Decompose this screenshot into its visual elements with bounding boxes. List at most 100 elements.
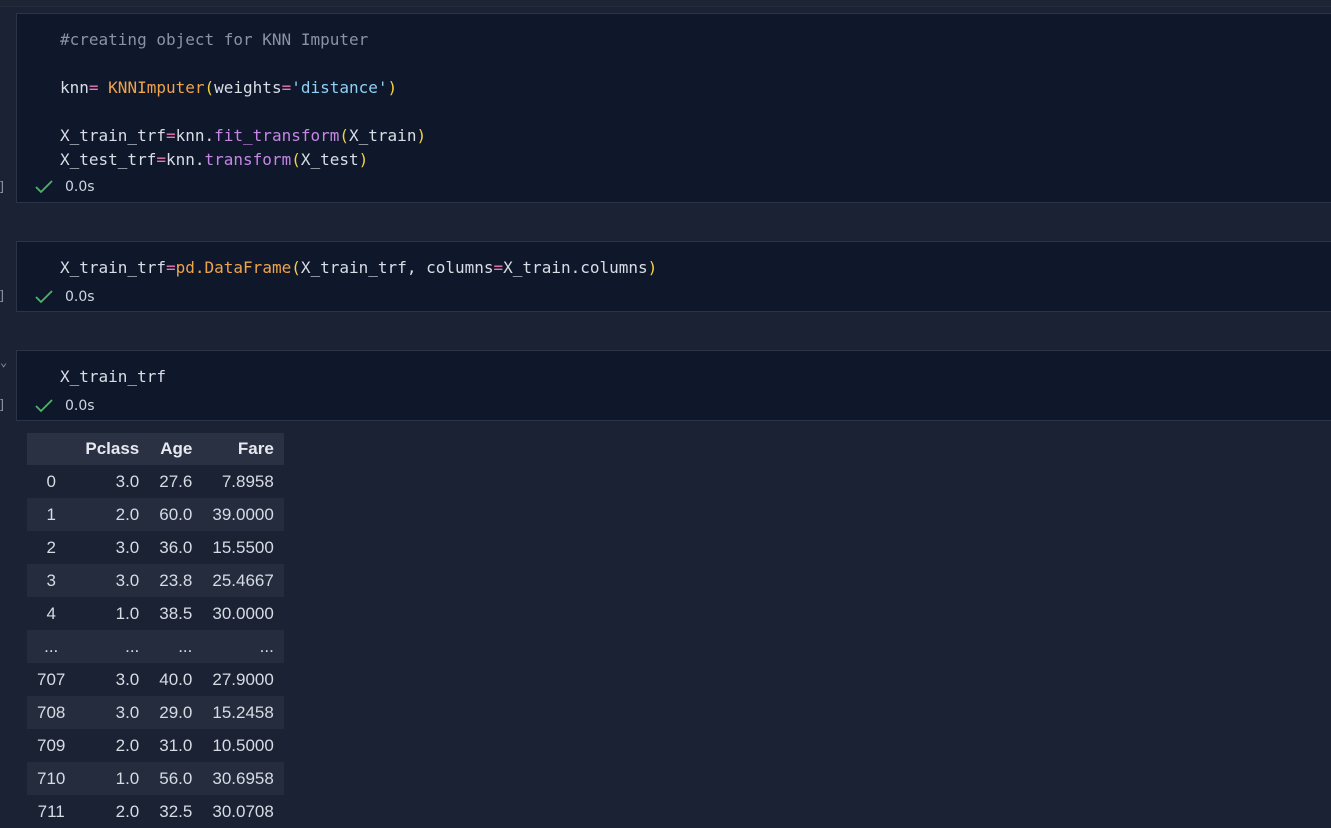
table-cell: 2.0 bbox=[75, 795, 150, 828]
table-cell: 39.0000 bbox=[202, 498, 284, 531]
code-line: knn= KNNImputer(weights='distance') bbox=[60, 76, 426, 100]
table-row: 0 3.0 27.6 7.8958 bbox=[27, 465, 284, 498]
code-token: ) bbox=[647, 258, 658, 277]
code-token: = bbox=[88, 78, 109, 97]
code-token: fit_transform bbox=[214, 126, 340, 145]
code-editor[interactable]: X_train_trf bbox=[60, 365, 166, 389]
row-index: 3 bbox=[27, 564, 76, 597]
table-cell: 3.0 bbox=[75, 564, 150, 597]
table-row: 707 3.0 40.0 27.9000 bbox=[27, 663, 284, 696]
row-index: 711 bbox=[27, 795, 76, 828]
code-editor[interactable]: #creating object for KNN Imputer knn= KNN… bbox=[60, 28, 426, 172]
table-cell: 3.0 bbox=[75, 531, 150, 564]
row-index: 1 bbox=[27, 498, 76, 531]
table-cell: 27.9000 bbox=[202, 663, 284, 696]
code-token: pd. bbox=[175, 258, 205, 277]
table-cell: 23.8 bbox=[149, 564, 203, 597]
code-token: X_test bbox=[300, 150, 359, 169]
cell-status: 0.0s bbox=[35, 179, 95, 195]
table-cell: 32.5 bbox=[149, 795, 203, 828]
code-token: knn. bbox=[165, 150, 205, 169]
code-token: ( bbox=[204, 78, 215, 97]
code-line: X_train_trf bbox=[60, 365, 166, 389]
table-cell: 2.0 bbox=[75, 729, 150, 762]
execution-time: 0.0s bbox=[65, 289, 95, 305]
code-token: weights bbox=[214, 78, 282, 97]
table-cell: 30.6958 bbox=[202, 762, 284, 795]
notebook-top-strip bbox=[0, 0, 1331, 7]
table-cell: 60.0 bbox=[149, 498, 203, 531]
code-token: X_train_trf, columns bbox=[300, 258, 494, 277]
table-row: 3 3.0 23.8 25.4667 bbox=[27, 564, 284, 597]
table-row: 711 2.0 32.5 30.0708 bbox=[27, 795, 284, 828]
table-cell: 1.0 bbox=[75, 762, 150, 795]
column-header: Age bbox=[149, 433, 203, 465]
code-token: = bbox=[165, 258, 176, 277]
table-header-row: Pclass Age Fare bbox=[27, 433, 284, 465]
code-cell-1[interactable]: #creating object for KNN Imputer knn= KNN… bbox=[16, 13, 1331, 203]
table-row: 4 1.0 38.5 30.0000 bbox=[27, 597, 284, 630]
table-row: 2 3.0 36.0 15.5500 bbox=[27, 531, 284, 564]
code-token: X_train bbox=[349, 126, 417, 145]
column-header: Fare bbox=[202, 433, 284, 465]
table-cell: 3.0 bbox=[75, 663, 150, 696]
table-row: ............ bbox=[27, 630, 284, 663]
row-index: 4 bbox=[27, 597, 76, 630]
table-cell: 36.0 bbox=[149, 531, 203, 564]
table-cell: 3.0 bbox=[75, 696, 150, 729]
code-token: ) bbox=[416, 126, 427, 145]
code-token: DataFrame bbox=[204, 258, 292, 277]
code-token: X_test_trf bbox=[60, 150, 157, 169]
code-token: ( bbox=[291, 258, 301, 277]
chevron-down-icon[interactable]: ⌄ bbox=[0, 355, 7, 369]
code-cell-2[interactable]: X_train_trf=pd.DataFrame(X_train_trf, co… bbox=[16, 241, 1331, 312]
row-index: 2 bbox=[27, 531, 76, 564]
checkmark-icon bbox=[35, 290, 53, 304]
table-cell: ... bbox=[75, 630, 150, 663]
code-line: #creating object for KNN Imputer bbox=[60, 28, 426, 52]
table-cell: 27.6 bbox=[149, 465, 203, 498]
table-cell: 31.0 bbox=[149, 729, 203, 762]
code-token: = bbox=[156, 150, 166, 169]
code-token: ) bbox=[387, 78, 398, 97]
code-token: KNNImputer bbox=[108, 78, 205, 97]
table-cell: 30.0708 bbox=[202, 795, 284, 828]
row-index: 708 bbox=[27, 696, 76, 729]
table-cell: 15.2458 bbox=[202, 696, 284, 729]
code-token: ( bbox=[291, 150, 301, 169]
table-cell: 15.5500 bbox=[202, 531, 284, 564]
code-token: knn bbox=[60, 78, 89, 97]
code-token: X_train_trf bbox=[60, 367, 166, 386]
code-token: = bbox=[165, 126, 176, 145]
table-cell: 40.0 bbox=[149, 663, 203, 696]
code-editor[interactable]: X_train_trf=pd.DataFrame(X_train_trf, co… bbox=[60, 256, 657, 280]
table-cell: 7.8958 bbox=[202, 465, 284, 498]
code-line: X_train_trf=knn.fit_transform(X_train) bbox=[60, 124, 426, 148]
row-index: 0 bbox=[27, 465, 76, 498]
checkmark-icon bbox=[35, 399, 53, 413]
dataframe-output: Pclass Age Fare 0 3.0 27.6 7.8958 1 2.0 60.0 39.0… bbox=[27, 433, 284, 828]
code-line: X_test_trf=knn.transform(X_test) bbox=[60, 148, 426, 172]
table-row: 708 3.0 29.0 15.2458 bbox=[27, 696, 284, 729]
code-cell-3[interactable]: X_train_trf 0.0s bbox=[16, 350, 1331, 421]
table-cell: 30.0000 bbox=[202, 597, 284, 630]
column-header: Pclass bbox=[75, 433, 150, 465]
execution-time: 0.0s bbox=[65, 398, 95, 414]
code-line: X_train_trf=pd.DataFrame(X_train_trf, co… bbox=[60, 256, 657, 280]
code-token: = bbox=[281, 78, 292, 97]
row-index: ... bbox=[27, 630, 76, 663]
index-header bbox=[27, 433, 76, 465]
table-cell: 38.5 bbox=[149, 597, 203, 630]
table-cell: 29.0 bbox=[149, 696, 203, 729]
code-token: 'distance' bbox=[291, 78, 388, 97]
row-index: 709 bbox=[27, 729, 76, 762]
table-cell: ... bbox=[149, 630, 203, 663]
execution-time: 0.0s bbox=[65, 179, 95, 195]
cell-status: 0.0s bbox=[35, 398, 95, 414]
table-cell: 1.0 bbox=[75, 597, 150, 630]
execution-count: ] bbox=[0, 289, 4, 304]
checkmark-icon bbox=[35, 180, 53, 194]
table-cell: 2.0 bbox=[75, 498, 150, 531]
